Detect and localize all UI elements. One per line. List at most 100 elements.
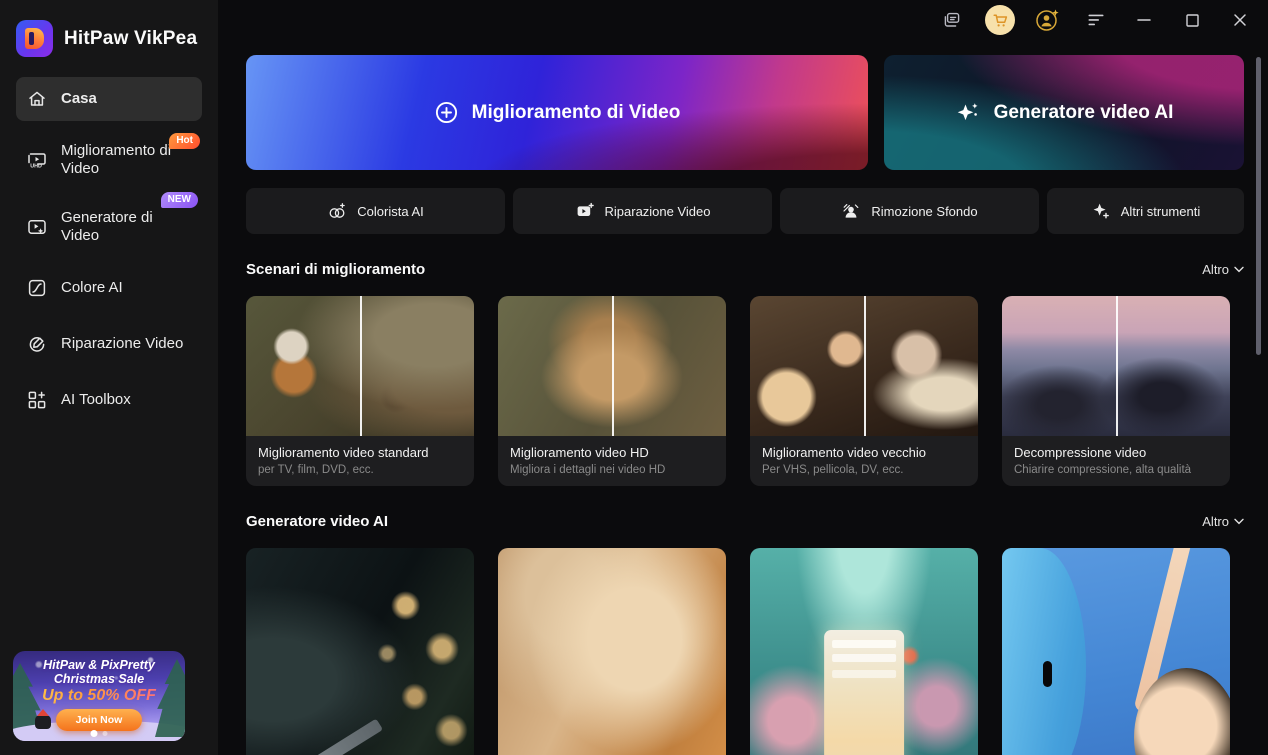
card-subtitle: Chiarire compressione, alta qualità <box>1014 464 1218 476</box>
more-generator-button[interactable]: Altro <box>1202 514 1244 529</box>
scrollbar-thumb[interactable] <box>1256 57 1261 355</box>
card-hd-enhance[interactable]: Miglioramento video HD Migliora i dettag… <box>498 296 726 486</box>
card-lion-video[interactable] <box>498 548 726 755</box>
sidebar-item-ai-toolbox[interactable]: AI Toolbox <box>16 378 202 422</box>
card-surfer-video[interactable] <box>1002 548 1230 755</box>
card-standard-enhance[interactable]: Miglioramento video standard per TV, fil… <box>246 296 474 486</box>
minimize-icon <box>1136 12 1152 28</box>
santa-cat-illustration <box>35 715 51 729</box>
surfboard-handle <box>1043 661 1052 687</box>
phone-booth-illustration <box>824 630 904 755</box>
close-button[interactable] <box>1216 0 1264 40</box>
tool-label: Colorista AI <box>357 204 423 219</box>
video-sparkle-icon <box>26 216 48 238</box>
feedback-button[interactable] <box>928 0 976 40</box>
christmas-sale-banner[interactable]: HitPaw & PixPretty Christmas Sale Up to … <box>13 651 185 741</box>
more-label: Altro <box>1202 514 1229 529</box>
tool-riparazione-video[interactable]: Riparazione Video <box>513 188 772 234</box>
app-title: HitPaw VikPea <box>64 28 197 50</box>
card-subtitle: Migliora i dettagli nei video HD <box>510 464 714 476</box>
magic-sparkle-icon <box>1091 201 1111 221</box>
tool-altri-strumenti[interactable]: Altri strumenti <box>1047 188 1244 234</box>
section-head-scenarios: Scenari di miglioramento Altro <box>246 261 1244 278</box>
sidebar-item-video-generator[interactable]: Generatore di Video NEW <box>16 200 202 255</box>
banner-row: Miglioramento di Video Generatore video … <box>246 55 1244 170</box>
sidebar-item-color-ai[interactable]: Colore AI <box>16 266 202 310</box>
before-after-divider <box>864 296 866 436</box>
card-subtitle: Per VHS, pellicola, DV, ecc. <box>762 464 966 476</box>
sidebar-item-video-enhance[interactable]: UHD Miglioramento di Video Hot <box>16 133 202 188</box>
sidebar-item-label: Casa <box>61 90 97 108</box>
pencil-repair-icon <box>26 333 48 355</box>
card-title: Miglioramento video standard <box>258 445 462 460</box>
tool-rimozione-sfondo[interactable]: Rimozione Sfondo <box>780 188 1039 234</box>
thumbnail-monkey <box>498 296 726 436</box>
hot-badge: Hot <box>169 133 200 149</box>
dot-inactive[interactable] <box>103 731 108 736</box>
app-logo-row: HitPaw VikPea <box>0 0 218 73</box>
section-head-generator: Generatore video AI Altro <box>246 513 1244 530</box>
chat-bubbles-icon <box>942 10 962 30</box>
account-button[interactable] <box>1024 0 1072 40</box>
menu-lines-icon <box>1086 10 1106 30</box>
surfboard-illustration <box>1002 548 1086 755</box>
plus-circle-icon <box>434 100 459 125</box>
minimize-button[interactable] <box>1120 0 1168 40</box>
more-scenarios-button[interactable]: Altro <box>1202 262 1244 277</box>
sidebar-item-video-repair[interactable]: Riparazione Video <box>16 322 202 366</box>
svg-text:UHD: UHD <box>30 164 42 170</box>
main-area: Miglioramento di Video Generatore video … <box>218 0 1268 755</box>
promo-line1: HitPaw & PixPretty <box>13 658 185 672</box>
card-caption: Miglioramento video vecchio Per VHS, pel… <box>750 436 978 486</box>
sparkle-icon <box>955 101 981 125</box>
promo-line2: Christmas Sale <box>13 672 185 686</box>
card-old-video-enhance[interactable]: Miglioramento video vecchio Per VHS, pel… <box>750 296 978 486</box>
more-label: Altro <box>1202 262 1229 277</box>
join-now-button[interactable]: Join Now <box>56 709 143 731</box>
generator-cards-row <box>246 548 1244 755</box>
banner-label: Generatore video AI <box>994 102 1174 124</box>
tool-label: Altri strumenti <box>1121 204 1200 219</box>
card-phone-booth-video[interactable] <box>750 548 978 755</box>
app-logo-icon <box>16 20 53 57</box>
maximize-icon <box>1185 13 1200 28</box>
sidebar-item-label: Generatore di Video <box>61 209 192 246</box>
video-enhance-banner[interactable]: Miglioramento di Video <box>246 55 868 170</box>
card-caption: Miglioramento video HD Migliora i dettag… <box>498 436 726 486</box>
card-knight-video[interactable] <box>246 548 474 755</box>
dot-active[interactable] <box>91 730 98 737</box>
sidebar-item-label: AI Toolbox <box>61 391 131 409</box>
cart-circle <box>985 5 1015 35</box>
titlebar <box>218 0 1268 40</box>
curve-icon <box>26 277 48 299</box>
ai-generator-banner[interactable]: Generatore video AI <box>884 55 1244 170</box>
sidebar-item-home[interactable]: Casa <box>16 77 202 121</box>
section-title: Generatore video AI <box>246 513 388 530</box>
thumbnail-family <box>750 296 978 436</box>
card-title: Miglioramento video vecchio <box>762 445 966 460</box>
video-plus-icon <box>575 201 595 221</box>
maximize-button[interactable] <box>1168 0 1216 40</box>
home-icon <box>26 88 48 110</box>
toolbox-grid-icon <box>26 389 48 411</box>
person-background-icon <box>841 201 861 221</box>
store-button[interactable] <box>976 0 1024 40</box>
card-title: Decompressione video <box>1014 445 1218 460</box>
card-title: Miglioramento video HD <box>510 445 714 460</box>
promo-discount: Up to 50% OFF <box>13 687 185 705</box>
card-decompression[interactable]: Decompressione video Chiarire compressio… <box>1002 296 1230 486</box>
tool-colorista-ai[interactable]: Colorista AI <box>246 188 505 234</box>
card-subtitle: per TV, film, DVD, ecc. <box>258 464 462 476</box>
sidebar-nav: Casa UHD Miglioramento di Video Hot Gene… <box>0 73 218 422</box>
sidebar: HitPaw VikPea Casa UHD Miglioramento di … <box>0 0 218 755</box>
menu-button[interactable] <box>1072 0 1120 40</box>
tool-label: Riparazione Video <box>605 204 711 219</box>
chevron-down-icon <box>1234 266 1244 273</box>
promo-pagination[interactable] <box>91 730 108 737</box>
content: Miglioramento di Video Generatore video … <box>218 40 1268 755</box>
scenario-cards-row: Miglioramento video standard per TV, fil… <box>246 296 1244 486</box>
new-badge: NEW <box>161 192 198 208</box>
tool-label: Rimozione Sfondo <box>871 204 977 219</box>
sidebar-item-label: Colore AI <box>61 279 123 297</box>
before-after-divider <box>360 296 362 436</box>
